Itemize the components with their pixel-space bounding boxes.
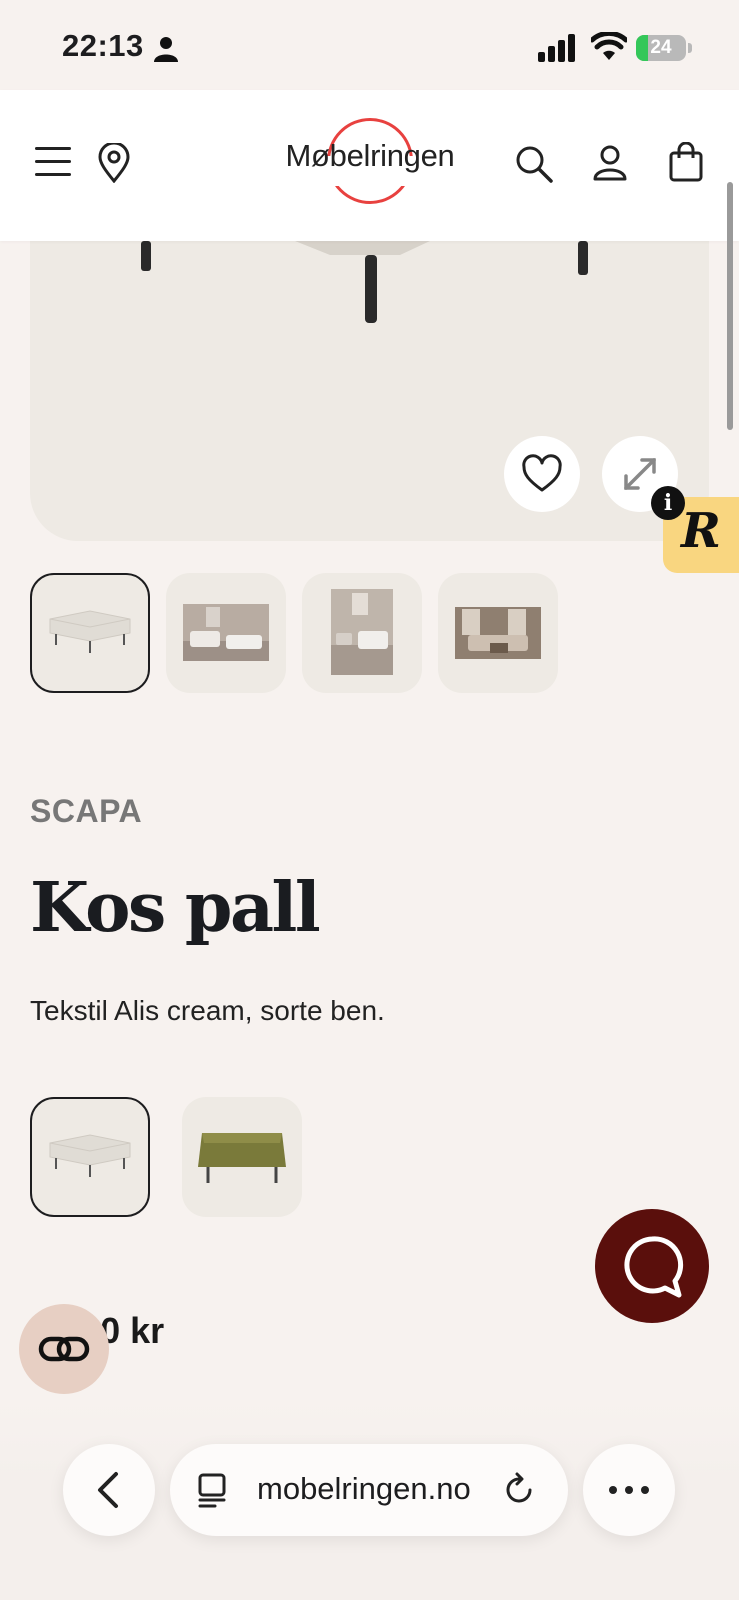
logo-text: Møbelringen [285, 138, 455, 173]
wifi-icon [591, 32, 627, 60]
product-brand[interactable]: SCAPA [30, 793, 142, 830]
living-room-thumbnail-image [455, 607, 541, 659]
olive-ottoman-image [198, 1133, 286, 1183]
thumbnail-living-room-1[interactable] [166, 573, 286, 693]
location-pin-icon[interactable] [97, 143, 131, 183]
chat-bubble-icon [624, 1236, 684, 1298]
site-header: Møbelringen [0, 90, 739, 241]
r-logo: R [681, 503, 721, 559]
shopping-bag-icon[interactable] [669, 142, 703, 182]
person-icon [154, 37, 178, 62]
link-button[interactable] [19, 1304, 109, 1394]
thumbnail-living-room-2[interactable] [302, 573, 422, 693]
product-description: Tekstil Alis cream, sorte ben. [30, 995, 385, 1026]
more-dots-icon [609, 1486, 649, 1494]
cellular-signal-icon [538, 34, 575, 62]
menu-icon[interactable] [35, 145, 71, 179]
logo[interactable]: Møbelringen [275, 118, 465, 214]
page-scrollbar[interactable] [727, 182, 733, 430]
chevron-left-icon [98, 1472, 118, 1508]
back-button[interactable] [63, 1444, 155, 1536]
url-text: mobelringen.no [257, 1471, 471, 1506]
reader-mode-icon[interactable] [195, 1472, 231, 1508]
favorite-button[interactable] [504, 436, 580, 512]
variant-cream[interactable] [30, 1097, 150, 1217]
heart-icon [522, 454, 562, 492]
product-title: Kos pall [30, 868, 321, 948]
battery-level: 24 [650, 37, 672, 58]
cream-ottoman-image [49, 1134, 131, 1177]
info-icon[interactable]: i [651, 486, 685, 520]
thumbnail-ottoman[interactable] [30, 573, 150, 693]
living-room-thumbnail-image [331, 589, 393, 675]
account-icon[interactable] [593, 145, 627, 181]
battery-indicator: 24 [636, 35, 686, 61]
chat-button[interactable] [595, 1209, 709, 1323]
search-icon[interactable] [515, 145, 553, 183]
link-icon [38, 1336, 90, 1362]
living-room-thumbnail-image [183, 604, 269, 661]
more-options-button[interactable] [583, 1444, 675, 1536]
product-main-image[interactable] [30, 241, 709, 541]
battery-cap [688, 43, 692, 53]
thumbnail-living-room-3[interactable] [438, 573, 558, 693]
address-bar[interactable]: mobelringen.no [170, 1444, 568, 1536]
variant-olive[interactable] [182, 1097, 302, 1217]
ottoman-thumbnail-image [49, 610, 131, 653]
status-time: 22:13 [62, 28, 144, 63]
status-bar: 22:13 24 [0, 0, 739, 90]
reload-icon[interactable] [502, 1472, 538, 1508]
